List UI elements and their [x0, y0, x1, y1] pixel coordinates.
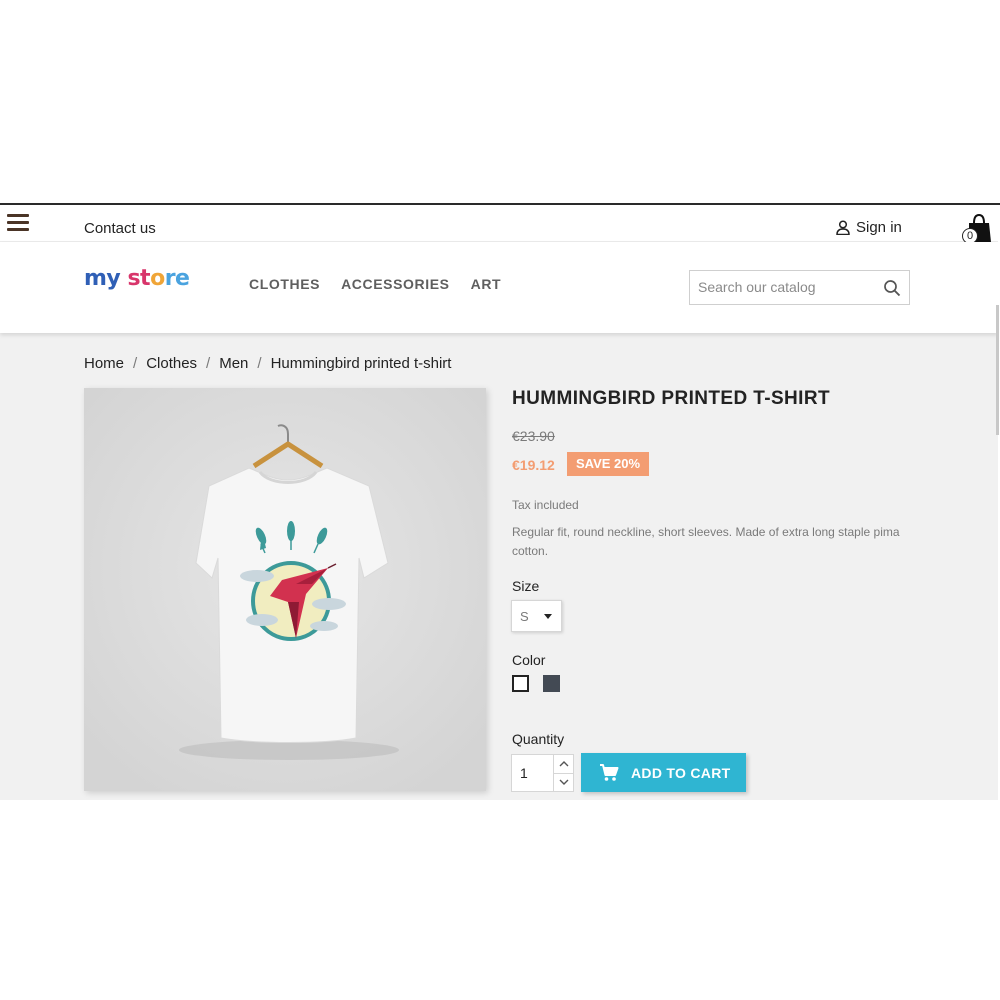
color-label: Color [512, 652, 546, 668]
user-icon [836, 220, 850, 235]
site-header: my store CLOTHES ACCESSORIES ART [0, 242, 998, 333]
main-nav: CLOTHES ACCESSORIES ART [249, 276, 501, 292]
quantity-label: Quantity [512, 731, 565, 747]
breadcrumb-separator: / [133, 355, 138, 372]
browser-viewport: Contact us Sign in 0 my store CLOTHES AC… [0, 203, 1000, 800]
cart-button[interactable]: 0 [960, 211, 994, 245]
contact-us-link[interactable]: Contact us [84, 220, 156, 237]
search-input[interactable] [698, 279, 878, 295]
store-logo[interactable]: my store [84, 266, 190, 291]
breadcrumb-men[interactable]: Men [219, 355, 248, 372]
sign-in-label: Sign in [856, 219, 902, 236]
breadcrumb-home[interactable]: Home [84, 355, 124, 372]
add-to-cart-label: ADD TO CART [631, 764, 731, 781]
product-description: Regular fit, round neckline, short sleev… [512, 525, 900, 558]
breadcrumb-current: Hummingbird printed t-shirt [270, 355, 452, 372]
top-bar: Contact us Sign in 0 [0, 205, 998, 245]
quantity-increase-button[interactable] [553, 755, 574, 774]
add-to-cart-button[interactable]: ADD TO CART [581, 753, 746, 792]
size-select[interactable]: S [511, 600, 562, 632]
size-selected-value: S [520, 609, 529, 624]
quantity-decrease-button[interactable] [553, 773, 574, 791]
menu-icon[interactable] [7, 214, 29, 232]
breadcrumb-separator: / [257, 355, 262, 372]
discount-badge: SAVE 20% [567, 452, 650, 476]
search-box [689, 270, 910, 305]
sign-in-link[interactable]: Sign in [836, 219, 902, 236]
quantity-stepper [511, 754, 574, 792]
color-swatch-white[interactable] [512, 675, 529, 692]
tshirt-illustration [84, 388, 486, 791]
cart-icon [600, 763, 619, 781]
nav-accessories[interactable]: ACCESSORIES [341, 276, 450, 292]
search-icon[interactable] [883, 279, 901, 297]
product-title: HUMMINGBIRD PRINTED T-SHIRT [512, 388, 830, 409]
nav-clothes[interactable]: CLOTHES [249, 276, 320, 292]
nav-art[interactable]: ART [471, 276, 502, 292]
chevron-up-icon [559, 761, 569, 767]
breadcrumb-separator: / [206, 355, 211, 372]
color-swatch-grey[interactable] [543, 675, 560, 692]
quantity-input[interactable] [512, 755, 552, 791]
caret-down-icon [544, 614, 552, 619]
breadcrumb-clothes[interactable]: Clothes [146, 355, 197, 372]
current-price: €19.12 [512, 457, 555, 473]
size-label: Size [512, 578, 540, 594]
product-image[interactable] [84, 388, 486, 791]
scrollbar-thumb[interactable] [996, 305, 999, 435]
breadcrumb: Home / Clothes / Men / Hummingbird print… [84, 355, 451, 372]
regular-price: €23.90 [512, 428, 555, 444]
tax-label: Tax included [512, 498, 579, 512]
chevron-down-icon [559, 779, 569, 785]
